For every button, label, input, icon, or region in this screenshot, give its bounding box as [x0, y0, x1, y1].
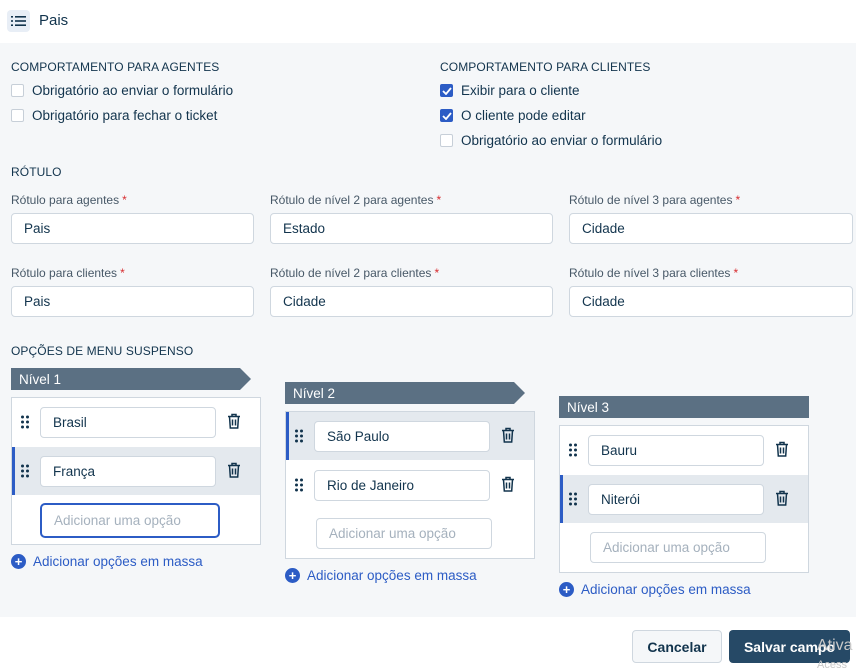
clients-can-edit-option[interactable]: O cliente pode editar — [440, 108, 586, 123]
level3-tag: Nível 3 — [559, 396, 809, 418]
footer-actions: Cancelar Salvar campo Ativa Acess — [0, 617, 856, 670]
trash-icon[interactable] — [775, 441, 789, 457]
required-mark: * — [120, 266, 125, 280]
required-mark: * — [434, 266, 440, 280]
client-level2-label-caption: Rótulo de nível 2 para clientes * — [270, 266, 440, 280]
field-title: Pais — [39, 12, 69, 29]
agents-required-close-option[interactable]: Obrigatório para fechar o ticket — [11, 108, 217, 123]
plus-circle-icon: + — [285, 568, 300, 583]
option-input[interactable]: Rio de Janeiro — [314, 470, 490, 501]
field-header: Pais — [0, 0, 856, 43]
dropdown-options-heading: OPÇÕES DE MENU SUSPENSO — [11, 344, 194, 358]
clients-required-submit-option[interactable]: Obrigatório ao enviar o formulário — [440, 133, 662, 148]
list-item[interactable]: Brasil — [12, 398, 260, 446]
plus-circle-icon: + — [559, 582, 574, 597]
drag-handle-icon[interactable] — [21, 464, 29, 478]
activation-watermark-line2: Acess — [817, 659, 847, 670]
list-item[interactable]: Bauru — [560, 426, 808, 474]
add-option-input[interactable]: Adicionar uma opção — [590, 532, 766, 563]
checkbox-label: Exibir para o cliente — [461, 83, 580, 98]
option-input[interactable]: França — [40, 456, 216, 487]
drag-handle-icon[interactable] — [295, 478, 303, 492]
list-menu-icon[interactable] — [7, 10, 30, 32]
checkbox-label: Obrigatório para fechar o ticket — [32, 108, 218, 123]
option-input[interactable]: São Paulo — [314, 421, 490, 452]
checkbox-checked[interactable] — [440, 84, 453, 97]
check-icon — [441, 86, 452, 95]
cancel-button[interactable]: Cancelar — [632, 630, 722, 663]
level2-tag: Nível 2 — [285, 382, 525, 404]
drag-handle-icon[interactable] — [569, 443, 577, 457]
clients-behavior-heading: COMPORTAMENTO PARA CLIENTES — [440, 60, 651, 74]
trash-icon[interactable] — [227, 413, 241, 429]
required-mark: * — [122, 193, 127, 207]
agent-label-caption: Rótulo para agentes * — [11, 193, 127, 207]
drag-handle-icon[interactable] — [569, 492, 577, 506]
drag-handle-icon[interactable] — [21, 415, 29, 429]
agents-required-submit-option[interactable]: Obrigatório ao enviar o formulário — [11, 83, 233, 98]
drag-handle-icon[interactable] — [295, 429, 303, 443]
checkbox-label: Obrigatório ao enviar o formulário — [32, 83, 234, 98]
required-mark: * — [436, 193, 442, 207]
add-option-input[interactable]: Adicionar uma opção — [40, 503, 220, 538]
bulk-add-options-link[interactable]: + Adicionar opções em massa — [11, 554, 203, 569]
required-mark: * — [735, 193, 741, 207]
level1-tag: Nível 1 — [11, 368, 251, 390]
list-item[interactable]: Rio de Janeiro — [286, 461, 534, 509]
checkbox-label: O cliente pode editar — [461, 108, 586, 123]
trash-icon[interactable] — [775, 490, 789, 506]
trash-icon[interactable] — [227, 462, 241, 478]
client-level3-label-input[interactable]: Cidade — [569, 286, 853, 317]
bulk-add-label: Adicionar opções em massa — [307, 568, 477, 583]
bulk-add-label: Adicionar opções em massa — [33, 554, 203, 569]
activation-watermark: Ativa — [817, 637, 853, 654]
trash-icon[interactable] — [501, 427, 515, 443]
client-label-caption: Rótulo para clientes * — [11, 266, 125, 280]
level1-options-box: Brasil França Adicionar uma opção — [11, 397, 261, 545]
agent-level2-label-caption: Rótulo de nível 2 para agentes * — [270, 193, 442, 207]
option-input[interactable]: Brasil — [40, 407, 216, 438]
agents-behavior-heading: COMPORTAMENTO PARA AGENTES — [11, 60, 220, 74]
client-label-input[interactable]: Pais — [11, 286, 254, 317]
checkbox[interactable] — [11, 109, 24, 122]
checkbox[interactable] — [11, 84, 24, 97]
list-item[interactable]: Niterói — [560, 475, 808, 523]
trash-icon[interactable] — [501, 476, 515, 492]
option-input[interactable]: Bauru — [588, 435, 764, 466]
agent-level3-label-input[interactable]: Cidade — [569, 213, 853, 244]
clients-display-option[interactable]: Exibir para o cliente — [440, 83, 580, 98]
add-option-input[interactable]: Adicionar uma opção — [316, 518, 492, 549]
client-level2-label-input[interactable]: Cidade — [270, 286, 553, 317]
checkbox[interactable] — [440, 134, 453, 147]
bulk-add-options-link[interactable]: + Adicionar opções em massa — [285, 568, 477, 583]
client-level3-label-caption: Rótulo de nível 3 para clientes * — [569, 266, 739, 280]
agent-level3-label-caption: Rótulo de nível 3 para agentes * — [569, 193, 741, 207]
check-icon — [441, 111, 452, 120]
option-input[interactable]: Niterói — [588, 484, 764, 515]
checkbox-label: Obrigatório ao enviar o formulário — [461, 133, 663, 148]
field-settings-panel: COMPORTAMENTO PARA AGENTES Obrigatório a… — [0, 43, 856, 617]
list-item[interactable]: França — [12, 447, 260, 495]
agent-label-input[interactable]: Pais — [11, 213, 254, 244]
agent-level2-label-input[interactable]: Estado — [270, 213, 553, 244]
level3-options-box: Bauru Niterói Adicionar uma opção — [559, 425, 809, 573]
bulk-add-label: Adicionar opções em massa — [581, 582, 751, 597]
checkbox-checked[interactable] — [440, 109, 453, 122]
required-mark: * — [733, 266, 739, 280]
plus-circle-icon: + — [11, 554, 26, 569]
bulk-add-options-link[interactable]: + Adicionar opções em massa — [559, 582, 751, 597]
level2-options-box: São Paulo Rio de Janeiro Adicionar uma o… — [285, 411, 535, 559]
label-section-heading: RÓTULO — [11, 165, 62, 179]
list-item[interactable]: São Paulo — [286, 412, 534, 460]
